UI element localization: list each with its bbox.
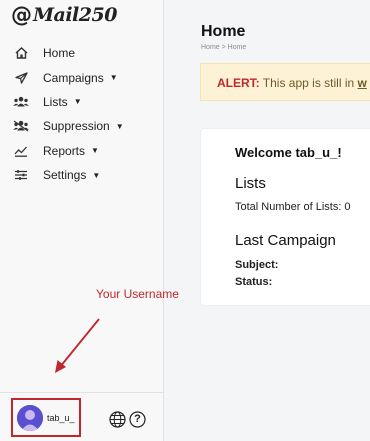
caret-down-icon: ▼ bbox=[109, 73, 118, 83]
annotation-arrow bbox=[55, 318, 100, 373]
main-content: Home Home > Home ALERT: This app is stil… bbox=[164, 0, 370, 441]
breadcrumb[interactable]: Home > Home bbox=[201, 44, 246, 51]
sidebar-item-settings[interactable]: Settings ▼ bbox=[12, 163, 124, 187]
footer-icons: ? bbox=[109, 411, 146, 433]
subject-label: Subject: bbox=[235, 259, 279, 271]
sidebar-item-label: Home bbox=[43, 46, 76, 61]
page-title: Home bbox=[201, 23, 246, 40]
sidebar-footer: tab_u_ ? bbox=[0, 392, 164, 441]
alert-banner: ALERT: This app is still in w bbox=[200, 63, 370, 101]
help-icon[interactable]: ? bbox=[129, 411, 146, 428]
sidebar-item-label: Settings bbox=[43, 168, 87, 183]
alert-link[interactable]: w bbox=[358, 76, 367, 90]
lists-count: Total Number of Lists: 0 bbox=[235, 201, 351, 213]
caret-down-icon: ▼ bbox=[92, 170, 101, 180]
username: tab_u_ bbox=[47, 412, 75, 423]
sidebar-nav: Home Campaigns ▼ Lists ▼ Suppression ▼ R… bbox=[12, 41, 124, 187]
user-profile-button[interactable]: tab_u_ bbox=[11, 398, 81, 437]
caret-down-icon: ▼ bbox=[91, 146, 99, 156]
caret-down-icon: ▼ bbox=[115, 121, 124, 131]
sidebar-item-campaigns[interactable]: Campaigns ▼ bbox=[12, 65, 124, 89]
user-block-icon bbox=[12, 119, 30, 133]
sidebar-item-label: Campaigns bbox=[43, 70, 104, 85]
help-icon-glyph: ? bbox=[134, 413, 141, 425]
lists-heading: Lists bbox=[235, 175, 266, 192]
avatar bbox=[17, 404, 43, 431]
sidebar-item-reports[interactable]: Reports ▼ bbox=[12, 139, 124, 163]
welcome-heading: Welcome tab_u_! bbox=[235, 145, 342, 160]
sliders-icon bbox=[12, 168, 30, 182]
chart-icon bbox=[12, 144, 30, 158]
sidebar-item-lists[interactable]: Lists ▼ bbox=[12, 90, 124, 114]
sidebar-item-label: Lists bbox=[43, 94, 68, 109]
sidebar-item-label: Reports bbox=[43, 143, 86, 158]
alert-text: This app is still in bbox=[259, 76, 358, 90]
sidebar-item-label: Suppression bbox=[43, 119, 110, 134]
last-campaign-heading: Last Campaign bbox=[235, 232, 336, 249]
alert-label: ALERT: bbox=[217, 76, 260, 90]
caret-down-icon: ▼ bbox=[73, 97, 82, 107]
app-logo[interactable]: @ Mail250 bbox=[11, 2, 117, 28]
users-icon bbox=[12, 95, 30, 109]
sidebar-item-home[interactable]: Home bbox=[12, 41, 124, 65]
logo-at-symbol: @ bbox=[11, 2, 32, 27]
send-icon bbox=[12, 71, 30, 85]
sidebar: @ Mail250 Home Campaigns ▼ Lists ▼ Suppr… bbox=[0, 0, 179, 441]
logo-text: Mail250 bbox=[33, 4, 117, 26]
welcome-card: Welcome tab_u_! Lists Total Number of Li… bbox=[200, 128, 370, 306]
status-label: Status: bbox=[235, 276, 273, 288]
home-icon bbox=[12, 46, 30, 60]
globe-icon[interactable] bbox=[109, 411, 126, 433]
sidebar-item-suppression[interactable]: Suppression ▼ bbox=[12, 114, 124, 138]
